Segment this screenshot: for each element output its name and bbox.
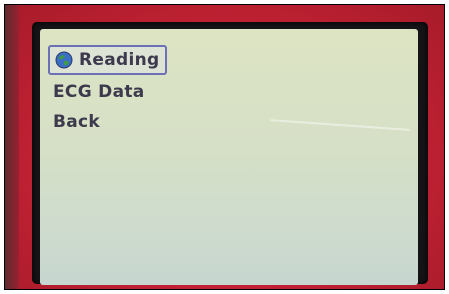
menu-item-ecg-data[interactable]: ECG Data: [48, 77, 167, 107]
menu-item-label: Back: [53, 112, 101, 132]
main-menu: Reading ECG Data Back: [48, 45, 168, 137]
menu-item-label: Reading: [79, 50, 160, 70]
menu-item-back[interactable]: Back: [48, 107, 167, 137]
casing-edge: [5, 5, 19, 289]
lcd-screen: Reading ECG Data Back: [40, 29, 418, 285]
menu-item-label: ECG Data: [53, 82, 145, 102]
globe-icon: [55, 51, 73, 69]
menu-item-reading[interactable]: Reading: [48, 45, 168, 75]
screen-glare: [270, 119, 410, 131]
device-photo: Reading ECG Data Back: [4, 4, 445, 290]
